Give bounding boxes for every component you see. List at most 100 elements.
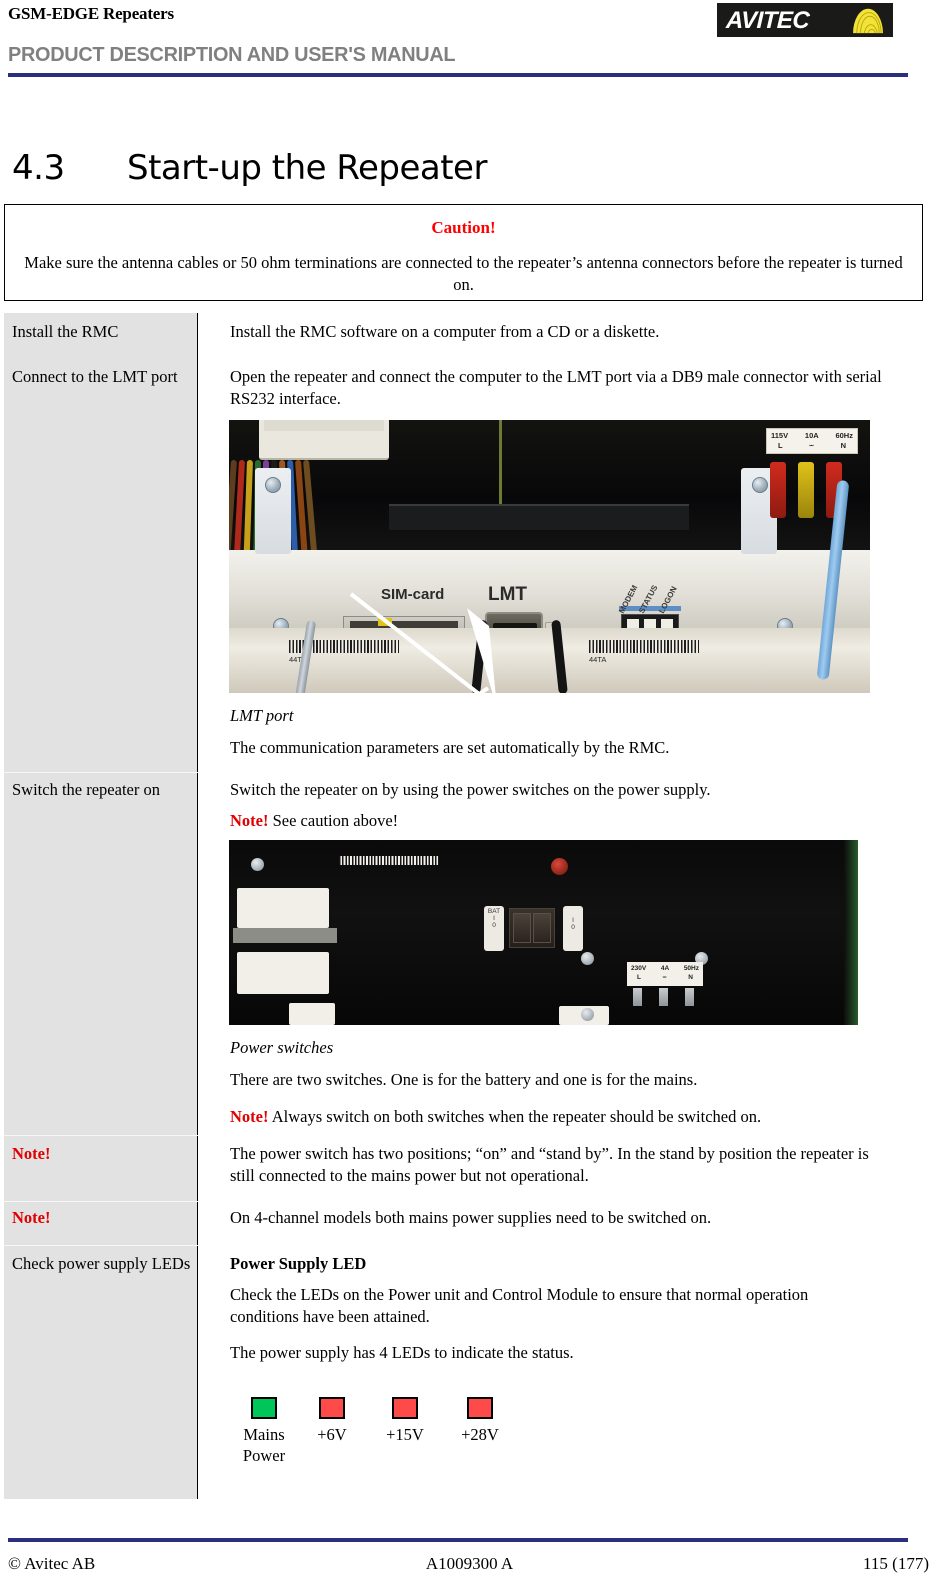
led-label-mains-power: Mains Power: [242, 1425, 286, 1465]
photo-lmt-pcb-edge: [499, 420, 502, 506]
photo-lmt-sim-label: SIM-card: [381, 586, 445, 603]
caution-box: Caution! Make sure the antenna cables or…: [4, 204, 923, 301]
photo-switches-connector-block: [237, 888, 329, 928]
led-indicator-mains-power: Mains Power: [229, 1397, 299, 1466]
step-body-four-leds: The power supply has 4 LEDs to indicate …: [230, 1343, 574, 1362]
photo-lmt-screw: [752, 477, 768, 493]
switches-terminal-n: N: [688, 974, 693, 982]
led-swatch-6v: [319, 1397, 345, 1419]
photo-switches-battery-switch: BAT I 0: [484, 906, 504, 951]
power-supply-led-legend: Mains Power +6V +15V +28V: [229, 1397, 519, 1477]
battery-switch-top-label: BAT: [487, 908, 501, 915]
photo-switches-lower-block: [289, 1003, 335, 1025]
photo-lmt-sim-contact: [378, 618, 392, 626]
photo-lmt-pointer-arrow-tail: [350, 686, 490, 784]
photo-switches-screw: [581, 952, 594, 965]
photo-lmt-earth-icon: ⏖: [809, 441, 814, 451]
step-label-note-standby: Note!: [12, 1144, 51, 1163]
mains-switch-on-label: I: [572, 917, 574, 924]
photo-lmt-card-slot: [389, 504, 689, 530]
document-family-label: GSM-EDGE Repeaters: [8, 4, 174, 23]
step-body-install-rmc: Install the RMC software on a computer f…: [230, 322, 660, 341]
led-swatch-mains-power: [251, 1397, 277, 1419]
photo-switches-metal-bar: [233, 928, 337, 943]
caution-heading: Caution!: [431, 218, 496, 237]
row-separator: [4, 1245, 198, 1246]
section-heading: 4.3 Start-up the Repeater: [12, 148, 487, 188]
photo-lmt-top-module-band: [264, 420, 384, 431]
step-body-two-switches: There are two switches. One is for the b…: [230, 1070, 698, 1089]
footer-rule: [8, 1538, 908, 1542]
led-label-15v: +15V: [386, 1425, 424, 1444]
photo-lmt-terminal-red: [770, 462, 786, 518]
caution-body-text: Make sure the antenna cables or 50 ohm t…: [24, 253, 903, 294]
row-separator: [4, 772, 198, 773]
photo-lmt-faceplate: [229, 550, 870, 628]
footer-doc-number: A1009300 A: [425, 1554, 514, 1573]
switches-terminal-l: L: [637, 974, 641, 982]
footer-page-number: 115 (177): [863, 1554, 929, 1573]
photo-lmt-barcode-right-text: 44TA: [589, 655, 607, 664]
step-label-install-rmc: Install the RMC: [12, 322, 119, 341]
step-label-note-4channel: Note!: [12, 1208, 51, 1227]
figure-caption-power-switches: Power switches: [230, 1038, 334, 1057]
switches-rating-frequency: 50Hz: [683, 965, 699, 972]
step-note-see-caution: Note! See caution above!: [230, 810, 920, 832]
step-body-connect-lmt: Open the repeater and connect the comput…: [230, 367, 882, 409]
led-label-6v: +6V: [317, 1425, 347, 1444]
led-swatch-28v: [467, 1397, 493, 1419]
page-header: GSM-EDGE Repeaters PRODUCT DESCRIPTION A…: [0, 0, 939, 88]
photo-switches-mains-switch: I 0: [563, 906, 583, 951]
photo-lmt-terminal-yellow: [798, 462, 814, 518]
note-text: Always switch on both switches when the …: [271, 1107, 762, 1126]
note-keyword: Note!: [230, 1107, 269, 1126]
photo-lmt-lower-housing: [229, 628, 870, 693]
step-body-lmt-params: The communication parameters are set aut…: [230, 738, 670, 757]
photo-switches-red-test-point: [551, 858, 568, 875]
step-label-connect-lmt: Connect to the LMT port: [12, 367, 178, 386]
photo-lmt-terminal-l: L: [778, 441, 783, 451]
manual-title: PRODUCT DESCRIPTION AND USER'S MANUAL: [8, 43, 456, 66]
photo-switches-terminal-pin: [685, 988, 694, 1006]
photo-switches-pcb-edge: [844, 840, 858, 1025]
step-body-note-standby: The power switch has two positions; “on”…: [230, 1144, 869, 1186]
figure-caption-lmt-port: LMT port: [230, 706, 294, 725]
led-indicator-15v: +15V: [370, 1397, 440, 1446]
photo-lmt-port: SIM-card LMT MODEM STATUS LOGON 44TF 44T…: [229, 420, 870, 693]
photo-switches-mains-rating-label: 230V 4A 50Hz L ⏖ N: [627, 962, 703, 986]
avitec-shell-icon: [853, 8, 883, 34]
note-text: See caution above!: [272, 811, 399, 830]
procedure-body-column: Install the RMC software on a computer f…: [200, 313, 923, 1499]
photo-switches-rocker-pair: [509, 908, 555, 948]
step-note-both-switches: Note! Always switch on both switches whe…: [230, 1106, 920, 1128]
photo-switches-terminal-pin: [659, 988, 668, 1006]
row-separator: [4, 1135, 198, 1136]
page-footer: © Avitec AB A1009300 A 115 (177): [0, 1538, 939, 1589]
photo-lmt-mains-rating-label: 115V 10A 60Hz L ⏖ N: [766, 428, 858, 454]
avitec-logo-wordmark: AVITEC: [725, 7, 810, 34]
step-label-check-leds: Check power supply LEDs: [12, 1254, 191, 1273]
switches-earth-icon: ⏖: [662, 974, 667, 982]
mains-switch-off-label: 0: [571, 924, 575, 931]
led-label-28v: +28V: [461, 1425, 499, 1444]
led-indicator-6v: +6V: [297, 1397, 367, 1446]
battery-switch-off-label: 0: [492, 922, 496, 929]
section-title-text: Start-up the Repeater: [127, 148, 487, 188]
procedure-label-column: Install the RMC Connect to the LMT port …: [4, 313, 198, 1499]
photo-power-switches: BAT I 0 I 0 230V 4A 50Hz L ⏖ N: [229, 840, 858, 1025]
step-body-note-4channel: On 4-channel models both mains power sup…: [230, 1208, 712, 1227]
step-body-switch-on: Switch the repeater on by using the powe…: [230, 780, 711, 799]
photo-lmt-barcode-right: [589, 640, 699, 653]
subheading-power-supply-led: Power Supply LED: [230, 1254, 367, 1273]
note-keyword: Note!: [230, 811, 269, 830]
battery-switch-on-label: I: [493, 915, 495, 922]
header-rule: [8, 73, 908, 77]
row-separator: [4, 1201, 198, 1202]
led-swatch-15v: [392, 1397, 418, 1419]
step-body-check-leds: Check the LEDs on the Power unit and Con…: [230, 1285, 809, 1327]
led-indicator-28v: +28V: [445, 1397, 515, 1446]
avitec-logo: AVITEC: [717, 3, 893, 37]
photo-switches-screw: [581, 1008, 594, 1021]
photo-switches-barcode: [339, 856, 439, 865]
photo-lmt-rating-frequency: 60Hz: [835, 431, 853, 440]
